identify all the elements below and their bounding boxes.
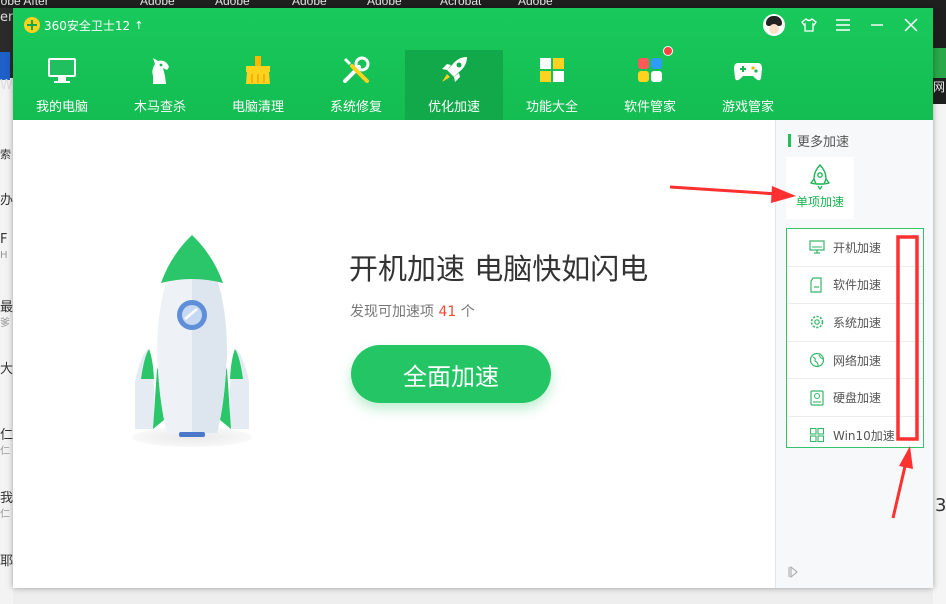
app-title-area: 360安全卫士12 ↑ <box>24 16 143 34</box>
menu-item-startup[interactable]: 开机加速 <box>787 229 923 267</box>
desktop-label: Adobe After <box>0 0 49 8</box>
desktop-label: Adobe <box>367 0 402 8</box>
desktop-label: Adobe <box>140 0 175 8</box>
accel-items-text: 发现可加速项 41 个 <box>350 301 475 321</box>
desktop-label: 索 <box>0 148 11 161</box>
menu-item-label: 硬盘加速 <box>833 391 882 406</box>
menu-item-label: Win10加速 <box>833 428 895 443</box>
tab-game[interactable]: 游戏管家 <box>699 50 797 120</box>
desktop-label: Acrobat <box>440 0 482 8</box>
tab-label: 游戏管家 <box>721 100 774 115</box>
full-accelerate-button[interactable]: 全面加速 <box>351 345 551 403</box>
more-accel-panel: 更多加速 单项加速 开机加速 软件加速 系统加速 网络加速 硬盘加速 Win10… <box>775 120 933 588</box>
globe-icon <box>809 352 825 368</box>
gamepad-icon <box>734 63 762 81</box>
desktop-top-strip: Adobe After Adobe Adobe Adobe Adobe Acro… <box>0 0 946 8</box>
desktop-label: 仁 <box>0 428 13 443</box>
tab-label: 功能大全 <box>525 100 578 115</box>
menu-item-label: 系统加速 <box>833 315 882 330</box>
main-panel: 开机加速 电脑快如闪电 发现可加速项 41 个 全面加速 <box>13 120 775 588</box>
sub-suffix: 个 <box>456 304 475 320</box>
window-controls <box>763 14 921 36</box>
notification-dot <box>663 46 673 56</box>
rocket-illustration <box>135 235 249 437</box>
tab-my-computer[interactable]: 我的电脑 <box>13 50 111 120</box>
tab-label: 我的电脑 <box>35 100 88 115</box>
desktop-label: 仁 <box>0 509 10 520</box>
desktop-label: 爹 <box>0 318 10 329</box>
tab-cleanup[interactable]: 电脑清理 <box>209 50 307 120</box>
menu-item-network[interactable]: 网络加速 <box>787 342 923 380</box>
desktop-left-strip: em Wor 索 办 F H 最 爹 大 仁 仁 我 仁 耶 <box>0 8 13 604</box>
broom-icon <box>246 56 270 84</box>
tab-features[interactable]: 功能大全 <box>503 50 601 120</box>
desktop-label: 3 <box>935 495 946 516</box>
app-title: 360安全卫士12 <box>44 18 131 33</box>
horse-icon <box>152 58 169 84</box>
menu-item-win10[interactable]: Win10加速 <box>787 417 923 454</box>
monitor-icon <box>48 58 76 83</box>
rocket-icon <box>442 57 467 82</box>
monitor-icon <box>809 240 825 254</box>
desktop-label: Adobe <box>215 0 250 8</box>
rocket-outline-icon <box>809 164 831 190</box>
tab-trojan-scan[interactable]: 木马查杀 <box>111 50 209 120</box>
tab-label: 系统修复 <box>329 100 382 115</box>
minimize-icon[interactable] <box>867 15 887 35</box>
tab-label: 电脑清理 <box>231 100 284 115</box>
tab-system-repair[interactable]: 系统修复 <box>307 50 405 120</box>
gear-icon <box>810 316 824 329</box>
single-accel-button[interactable]: 单项加速 <box>786 157 854 219</box>
desktop-label: 耶 <box>0 554 13 569</box>
desktop-label: Adobe <box>518 0 553 8</box>
desktop-label: 仁 <box>0 446 10 457</box>
harddisk-icon <box>810 390 824 406</box>
menu-item-disk[interactable]: 硬盘加速 <box>787 379 923 417</box>
desktop-label: 最 <box>0 300 13 315</box>
app-window: 360安全卫士12 ↑ 我的电脑 木马查杀 电脑清理 系统修复 优化加速 功能大… <box>13 8 933 588</box>
close-icon[interactable] <box>901 15 921 35</box>
skin-icon[interactable] <box>799 15 819 35</box>
grid-icon <box>540 58 564 82</box>
sub-prefix: 发现可加速项 <box>350 304 439 320</box>
desktop-label: 网 <box>933 80 946 94</box>
desktop-label: Adobe <box>292 0 327 8</box>
upgrade-arrow-icon[interactable]: ↑ <box>134 20 143 31</box>
menu-item-label: 网络加速 <box>833 353 882 368</box>
desktop-right-strip: 网 3 <box>933 8 946 604</box>
windows-icon <box>809 428 825 443</box>
tab-label: 木马查杀 <box>133 100 186 115</box>
more-accel-title: 更多加速 <box>788 133 850 150</box>
menu-item-label: 软件加速 <box>833 278 882 293</box>
sd-card-icon <box>810 277 822 293</box>
tab-label: 软件管家 <box>623 100 676 115</box>
tools-icon <box>343 56 370 83</box>
desktop-label: 我 <box>0 491 13 506</box>
more-accel-title-text: 更多加速 <box>797 134 850 150</box>
desktop-label: em <box>0 10 13 25</box>
collapse-panel-icon[interactable] <box>788 565 798 581</box>
avatar[interactable] <box>763 14 785 36</box>
menu-icon[interactable] <box>833 15 853 35</box>
desktop-label: H <box>0 250 8 261</box>
tab-software[interactable]: 软件管家 <box>601 46 699 120</box>
tab-optimize[interactable]: 优化加速 <box>405 50 503 120</box>
main-nav: 我的电脑 木马查杀 电脑清理 系统修复 优化加速 功能大全 软件管家 游戏管家 <box>13 46 797 120</box>
tab-label: 优化加速 <box>427 100 480 115</box>
app-logo-icon <box>24 17 40 33</box>
menu-item-label: 开机加速 <box>833 240 882 255</box>
desktop-label: 办 <box>0 193 13 208</box>
software-icon <box>638 58 662 82</box>
single-accel-label: 单项加速 <box>795 195 844 209</box>
desktop-label: Wor <box>0 78 13 93</box>
desktop-bottom-strip <box>13 588 933 604</box>
title-bar: 360安全卫士12 ↑ 我的电脑 木马查杀 电脑清理 系统修复 优化加速 功能大… <box>13 8 933 120</box>
menu-item-software[interactable]: 软件加速 <box>787 267 923 305</box>
menu-item-system[interactable]: 系统加速 <box>787 304 923 342</box>
single-accel-menu: 开机加速 软件加速 系统加速 网络加速 硬盘加速 Win10加速 <box>786 228 924 448</box>
accel-item-count[interactable]: 41 <box>438 304 456 320</box>
desktop-label: F <box>0 232 8 247</box>
desktop-label: 大 <box>0 362 13 377</box>
headline: 开机加速 电脑快如闪电 <box>349 252 649 286</box>
